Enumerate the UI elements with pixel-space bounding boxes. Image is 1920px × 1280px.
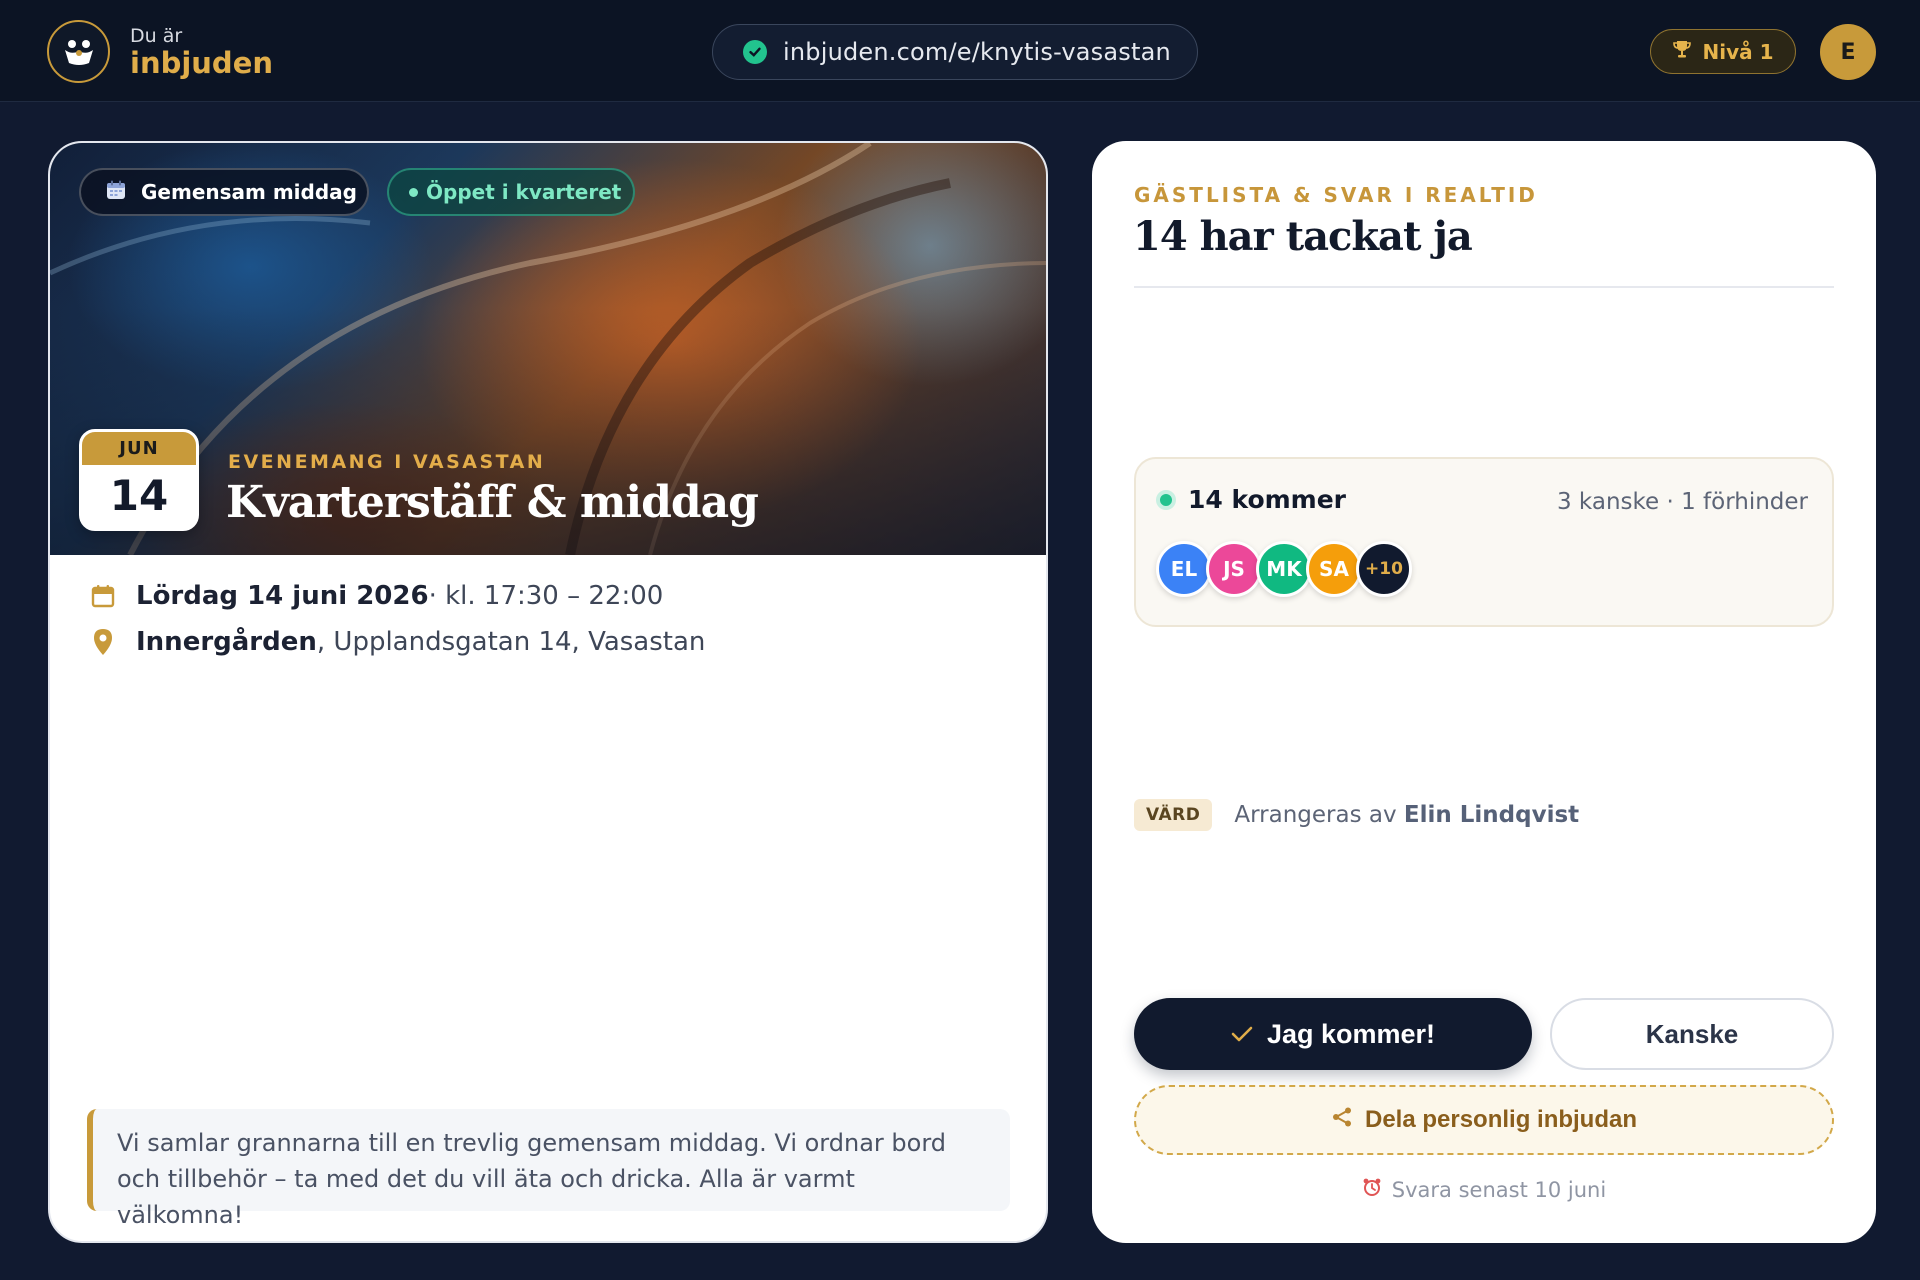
status-dot-icon	[409, 187, 418, 197]
brand[interactable]: Du är inbjuden	[47, 20, 273, 83]
attendance-summary[interactable]: 14 kommer 3 kanske · 1 förhinder EL JS M…	[1134, 457, 1834, 627]
user-avatar[interactable]: E	[1820, 24, 1876, 80]
url-bar[interactable]: inbjuden.com/e/knytis-vasastan	[712, 24, 1198, 80]
guest-avatars: EL JS MK SA +10	[1156, 541, 1412, 597]
event-card: Gemensam middag Öppet i kvarteret JUN 14…	[48, 141, 1048, 1243]
event-location[interactable]: Innergården , Upplandsgatan 14, Vasastan	[88, 627, 705, 657]
live-indicator-icon	[1156, 489, 1176, 510]
more-guests-avatar[interactable]: +10	[1356, 541, 1412, 597]
category-chip[interactable]: Gemensam middag	[79, 168, 369, 216]
share-invite-button[interactable]: Dela personlig inbjudan	[1134, 1085, 1834, 1155]
guest-eyebrow: GÄSTLISTA & SVAR I REALTID	[1134, 183, 1538, 207]
guest-avatar[interactable]: JS	[1206, 541, 1262, 597]
date-badge: JUN 14	[79, 429, 199, 531]
guest-title: 14 har tackat ja	[1133, 213, 1473, 260]
date-month: JUN	[82, 432, 196, 465]
check-icon	[1231, 1019, 1253, 1050]
rsvp-yes-label: Jag kommer!	[1266, 1018, 1436, 1049]
event-date: Lördag 14 juni 2026	[136, 581, 429, 611]
location-pin-icon	[88, 628, 118, 656]
divider	[1134, 286, 1834, 288]
alarm-clock-icon	[1362, 1177, 1382, 1202]
guest-avatar[interactable]: MK	[1256, 541, 1312, 597]
rsvp-yes-button[interactable]: Jag kommer!	[1134, 998, 1532, 1070]
calendar-icon	[88, 583, 118, 609]
share-icon	[1331, 1106, 1353, 1135]
category-chip-label: Gemensam middag	[141, 180, 357, 204]
people-icon	[47, 20, 110, 83]
status-chip-label: Öppet i kvarteret	[426, 180, 622, 204]
guest-avatar[interactable]: EL	[1156, 541, 1212, 597]
event-title: Kvarterstäff & middag	[226, 477, 759, 528]
check-circle-icon	[743, 40, 767, 64]
event-venue: Innergården	[136, 627, 317, 657]
level-badge[interactable]: Nivå 1	[1650, 29, 1796, 74]
guest-card: GÄSTLISTA & SVAR I REALTID 14 har tackat…	[1092, 141, 1876, 1243]
trophy-icon	[1672, 39, 1692, 64]
level-label: Nivå 1	[1702, 39, 1774, 64]
event-datetime: Lördag 14 juni 2026 · kl. 17:30 – 22:00	[88, 581, 663, 611]
rsvp-maybe-button[interactable]: Kanske	[1550, 998, 1834, 1070]
guest-avatar[interactable]: SA	[1306, 541, 1362, 597]
rsvp-deadline-text: Svara senast 10 juni	[1391, 1177, 1607, 1202]
host-name[interactable]: Elin Lindqvist	[1404, 802, 1579, 828]
share-invite-label: Dela personlig inbjudan	[1364, 1106, 1638, 1133]
host-tag: VÄRD	[1134, 799, 1213, 831]
calendar-icon	[105, 179, 127, 206]
event-address: , Upplandsgatan 14, Vasastan	[316, 627, 706, 657]
event-time: · kl. 17:30 – 22:00	[428, 581, 664, 611]
event-eyebrow: EVENEMANG I VASASTAN	[228, 451, 546, 473]
other-responses: 3 kanske · 1 förhinder	[1556, 489, 1808, 515]
brand-subtitle: Du är	[130, 24, 183, 47]
event-description: Vi samlar grannarna till en trevlig geme…	[87, 1109, 1010, 1229]
host-info: VÄRD Arrangeras av Elin Lindqvist	[1134, 799, 1579, 831]
coming-count: 14 kommer	[1188, 485, 1347, 514]
url-text: inbjuden.com/e/knytis-vasastan	[783, 38, 1171, 66]
top-bar: Du är inbjuden inbjuden.com/e/knytis-vas…	[0, 0, 1920, 102]
status-chip[interactable]: Öppet i kvarteret	[387, 168, 635, 216]
brand-name: inbjuden	[130, 45, 274, 80]
date-day: 14	[109, 471, 169, 520]
event-hero-image: Gemensam middag Öppet i kvarteret JUN 14…	[50, 143, 1046, 555]
rsvp-deadline: Svara senast 10 juni	[1092, 1177, 1876, 1202]
host-prefix: Arrangeras av	[1234, 802, 1404, 828]
